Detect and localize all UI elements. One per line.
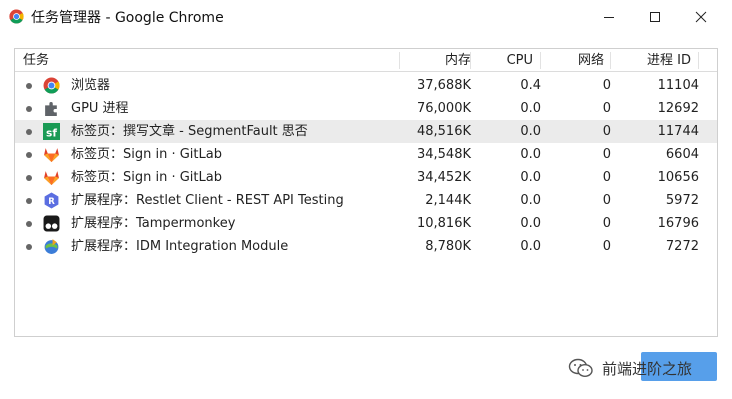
bullet-icon: [26, 221, 32, 227]
pid-value: 11744: [657, 124, 699, 139]
gitlab-icon: [44, 148, 59, 162]
memory-value: 76,000K: [416, 101, 471, 116]
idm-icon: [44, 239, 59, 254]
table-row[interactable]: 标签页：Sign in · GitLab 34,452K 0.0 0 10656: [15, 166, 717, 189]
gitlab-icon: [44, 171, 59, 185]
column-divider[interactable]: [610, 52, 611, 69]
close-icon: [695, 11, 707, 22]
chrome-icon: [9, 9, 24, 24]
network-value: 0: [602, 170, 611, 185]
network-value: 0: [602, 239, 611, 254]
memory-value: 34,548K: [416, 147, 471, 162]
maximize-icon: [650, 11, 660, 22]
table-row[interactable]: 扩展程序：Tampermonkey 10,816K 0.0 0 16796: [15, 212, 717, 235]
network-value: 0: [602, 78, 611, 93]
column-header-task[interactable]: 任务: [23, 49, 49, 72]
tampermonkey-icon: [43, 215, 60, 232]
pid-value: 11104: [657, 78, 699, 93]
column-header-network[interactable]: 网络: [555, 49, 604, 72]
cpu-value: 0.0: [520, 170, 541, 185]
title-bar: 任务管理器 - Google Chrome: [0, 0, 732, 33]
pid-value: 5972: [665, 193, 699, 208]
column-divider[interactable]: [698, 52, 699, 69]
network-value: 0: [602, 101, 611, 116]
pid-value: 7272: [665, 239, 699, 254]
task-name: 浏览器: [71, 78, 111, 93]
column-divider[interactable]: [540, 52, 541, 69]
task-name: 扩展程序：IDM Integration Module: [71, 239, 289, 254]
bullet-icon: [26, 83, 32, 89]
column-header-cpu[interactable]: CPU: [485, 49, 533, 72]
memory-value: 2,144K: [425, 193, 471, 208]
cpu-value: 0.4: [520, 78, 541, 93]
cpu-value: 0.0: [520, 193, 541, 208]
column-header-memory[interactable]: 内存: [401, 49, 471, 72]
minimize-button[interactable]: [586, 0, 632, 33]
chrome-icon: [43, 77, 60, 94]
watermark: 前端进阶之旅: [568, 356, 692, 380]
table-row[interactable]: 扩展程序：IDM Integration Module 8,780K 0.0 0…: [15, 235, 717, 258]
table-row[interactable]: sf 标签页：撰写文章 - SegmentFault 思否 48,516K 0.…: [15, 120, 717, 143]
task-name: 扩展程序：Restlet Client - REST API Testing: [71, 193, 344, 208]
cpu-value: 0.0: [520, 239, 541, 254]
memory-value: 37,688K: [416, 78, 471, 93]
task-name: 标签页：Sign in · GitLab: [71, 147, 222, 162]
table-row[interactable]: GPU 进程 76,000K 0.0 0 12692: [15, 97, 717, 120]
column-header-pid[interactable]: 进程 ID: [625, 49, 691, 72]
bullet-icon: [26, 129, 32, 135]
svg-text:sf: sf: [46, 126, 57, 139]
window-title: 任务管理器 - Google Chrome: [31, 10, 224, 26]
task-name: 标签页：Sign in · GitLab: [71, 170, 222, 185]
minimize-icon: [604, 16, 614, 18]
pid-value: 10656: [657, 170, 699, 185]
task-name: GPU 进程: [71, 101, 129, 116]
cpu-value: 0.0: [520, 124, 541, 139]
bullet-icon: [26, 244, 32, 250]
memory-value: 34,452K: [416, 170, 471, 185]
wechat-icon: [568, 358, 593, 378]
pid-value: 12692: [657, 101, 699, 116]
watermark-text: 前端进阶之旅: [602, 359, 693, 378]
bullet-icon: [26, 198, 32, 204]
network-value: 0: [602, 124, 611, 139]
task-name: 标签页：撰写文章 - SegmentFault 思否: [71, 124, 308, 139]
bullet-icon: [26, 152, 32, 158]
table-header: 任务 内存 CPU 网络 进程 ID: [15, 49, 717, 72]
memory-value: 8,780K: [425, 239, 471, 254]
memory-value: 48,516K: [416, 124, 471, 139]
segmentfault-icon: sf: [43, 123, 60, 140]
cpu-value: 0.0: [520, 101, 541, 116]
puzzle-icon: [45, 102, 57, 116]
svg-text:R: R: [48, 197, 55, 207]
column-divider[interactable]: [399, 52, 400, 69]
task-table: 任务 内存 CPU 网络 进程 ID 浏览器 37,688K 0.4 0 111…: [14, 48, 718, 337]
maximize-button[interactable]: [632, 0, 678, 33]
close-button[interactable]: [678, 0, 724, 33]
column-divider[interactable]: [470, 52, 471, 69]
table-row[interactable]: R 扩展程序：Restlet Client - REST API Testing…: [15, 189, 717, 212]
pid-value: 6604: [665, 147, 699, 162]
table-row[interactable]: 浏览器 37,688K 0.4 0 11104: [15, 74, 717, 97]
network-value: 0: [602, 216, 611, 231]
task-name: 扩展程序：Tampermonkey: [71, 216, 236, 231]
memory-value: 10,816K: [416, 216, 471, 231]
pid-value: 16796: [657, 216, 699, 231]
bullet-icon: [26, 106, 32, 112]
cpu-value: 0.0: [520, 216, 541, 231]
cpu-value: 0.0: [520, 147, 541, 162]
table-row[interactable]: 标签页：Sign in · GitLab 34,548K 0.0 0 6604: [15, 143, 717, 166]
bullet-icon: [26, 175, 32, 181]
network-value: 0: [602, 147, 611, 162]
network-value: 0: [602, 193, 611, 208]
restlet-icon: R: [44, 192, 59, 209]
